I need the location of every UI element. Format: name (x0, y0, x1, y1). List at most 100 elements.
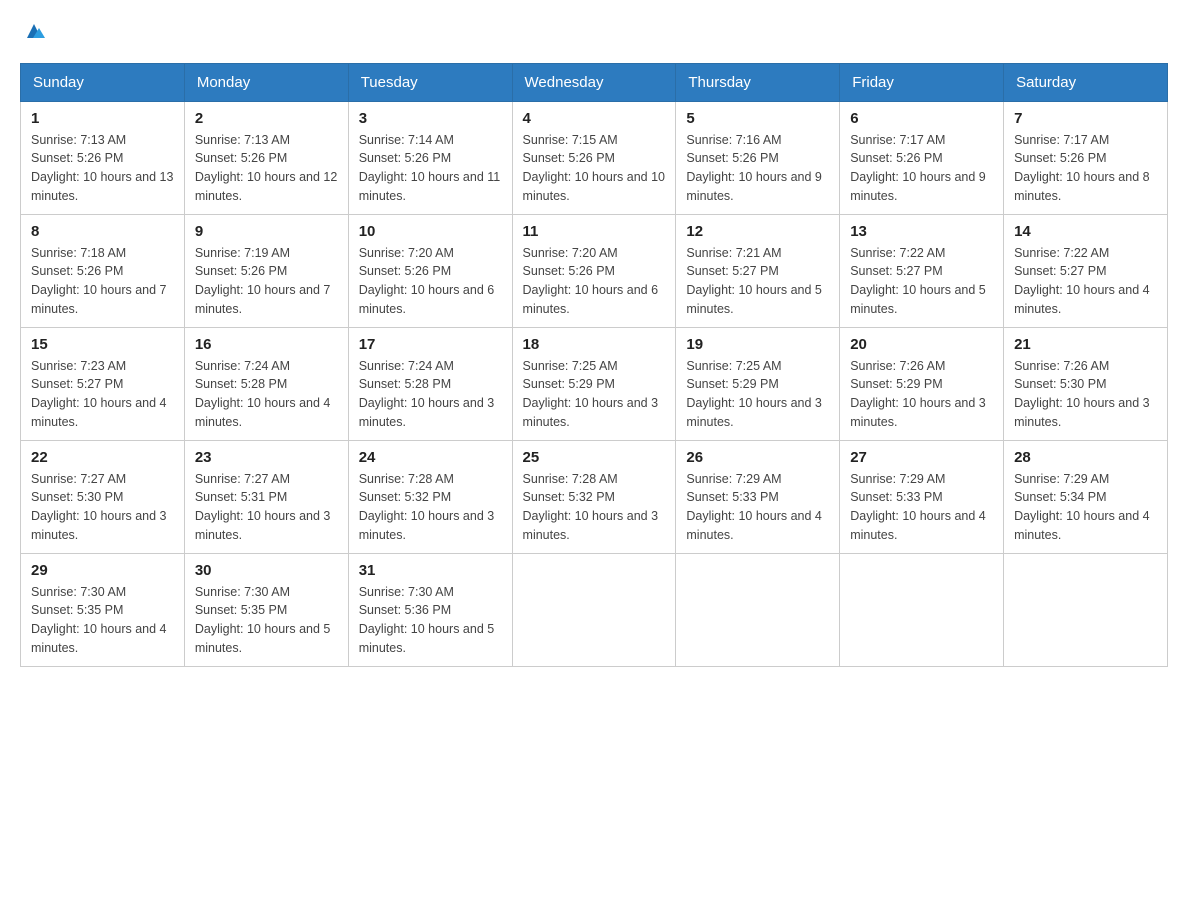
calendar-cell: 9 Sunrise: 7:19 AMSunset: 5:26 PMDaylight… (184, 214, 348, 327)
day-number: 22 (31, 449, 174, 466)
header-monday: Monday (184, 63, 348, 101)
day-number: 15 (31, 336, 174, 353)
calendar-cell: 11 Sunrise: 7:20 AMSunset: 5:26 PMDayligh… (512, 214, 676, 327)
day-info: Sunrise: 7:17 AMSunset: 5:26 PMDaylight:… (1014, 131, 1157, 206)
calendar-cell: 24 Sunrise: 7:28 AMSunset: 5:32 PMDayligh… (348, 440, 512, 553)
day-info: Sunrise: 7:30 AMSunset: 5:35 PMDaylight:… (31, 583, 174, 658)
logo-triangle-icon (23, 20, 45, 42)
day-info: Sunrise: 7:25 AMSunset: 5:29 PMDaylight:… (686, 357, 829, 432)
day-info: Sunrise: 7:28 AMSunset: 5:32 PMDaylight:… (359, 470, 502, 545)
day-number: 13 (850, 223, 993, 240)
calendar-cell: 5 Sunrise: 7:16 AMSunset: 5:26 PMDaylight… (676, 101, 840, 214)
day-number: 30 (195, 562, 338, 579)
calendar-week-row: 29 Sunrise: 7:30 AMSunset: 5:35 PMDayligh… (21, 553, 1168, 666)
day-info: Sunrise: 7:16 AMSunset: 5:26 PMDaylight:… (686, 131, 829, 206)
calendar-cell: 8 Sunrise: 7:18 AMSunset: 5:26 PMDaylight… (21, 214, 185, 327)
calendar-cell: 15 Sunrise: 7:23 AMSunset: 5:27 PMDayligh… (21, 327, 185, 440)
calendar-cell: 10 Sunrise: 7:20 AMSunset: 5:26 PMDayligh… (348, 214, 512, 327)
day-number: 9 (195, 223, 338, 240)
calendar-cell: 22 Sunrise: 7:27 AMSunset: 5:30 PMDayligh… (21, 440, 185, 553)
header-tuesday: Tuesday (348, 63, 512, 101)
calendar-cell: 20 Sunrise: 7:26 AMSunset: 5:29 PMDayligh… (840, 327, 1004, 440)
day-info: Sunrise: 7:22 AMSunset: 5:27 PMDaylight:… (1014, 244, 1157, 319)
day-info: Sunrise: 7:19 AMSunset: 5:26 PMDaylight:… (195, 244, 338, 319)
day-info: Sunrise: 7:17 AMSunset: 5:26 PMDaylight:… (850, 131, 993, 206)
day-info: Sunrise: 7:13 AMSunset: 5:26 PMDaylight:… (31, 131, 174, 206)
calendar-week-row: 22 Sunrise: 7:27 AMSunset: 5:30 PMDayligh… (21, 440, 1168, 553)
day-number: 23 (195, 449, 338, 466)
day-info: Sunrise: 7:24 AMSunset: 5:28 PMDaylight:… (359, 357, 502, 432)
calendar-cell: 18 Sunrise: 7:25 AMSunset: 5:29 PMDayligh… (512, 327, 676, 440)
day-number: 26 (686, 449, 829, 466)
day-info: Sunrise: 7:23 AMSunset: 5:27 PMDaylight:… (31, 357, 174, 432)
day-number: 29 (31, 562, 174, 579)
calendar-header-row: SundayMondayTuesdayWednesdayThursdayFrid… (21, 63, 1168, 101)
logo (20, 20, 45, 47)
day-number: 31 (359, 562, 502, 579)
calendar-cell (512, 553, 676, 666)
day-number: 25 (523, 449, 666, 466)
calendar-cell: 4 Sunrise: 7:15 AMSunset: 5:26 PMDaylight… (512, 101, 676, 214)
day-info: Sunrise: 7:29 AMSunset: 5:33 PMDaylight:… (686, 470, 829, 545)
day-info: Sunrise: 7:30 AMSunset: 5:36 PMDaylight:… (359, 583, 502, 658)
day-info: Sunrise: 7:14 AMSunset: 5:26 PMDaylight:… (359, 131, 502, 206)
day-info: Sunrise: 7:30 AMSunset: 5:35 PMDaylight:… (195, 583, 338, 658)
calendar-cell: 16 Sunrise: 7:24 AMSunset: 5:28 PMDayligh… (184, 327, 348, 440)
day-info: Sunrise: 7:28 AMSunset: 5:32 PMDaylight:… (523, 470, 666, 545)
day-info: Sunrise: 7:29 AMSunset: 5:34 PMDaylight:… (1014, 470, 1157, 545)
day-number: 6 (850, 110, 993, 127)
calendar-cell: 29 Sunrise: 7:30 AMSunset: 5:35 PMDayligh… (21, 553, 185, 666)
day-info: Sunrise: 7:13 AMSunset: 5:26 PMDaylight:… (195, 131, 338, 206)
day-info: Sunrise: 7:21 AMSunset: 5:27 PMDaylight:… (686, 244, 829, 319)
calendar-cell: 7Sunrise: 7:17 AMSunset: 5:26 PMDaylight… (1004, 101, 1168, 214)
calendar-cell: 3Sunrise: 7:14 AMSunset: 5:26 PMDaylight… (348, 101, 512, 214)
calendar-week-row: 15 Sunrise: 7:23 AMSunset: 5:27 PMDayligh… (21, 327, 1168, 440)
day-number: 24 (359, 449, 502, 466)
day-number: 20 (850, 336, 993, 353)
calendar-cell: 30 Sunrise: 7:30 AMSunset: 5:35 PMDayligh… (184, 553, 348, 666)
day-number: 11 (523, 223, 666, 240)
calendar-cell: 2 Sunrise: 7:13 AMSunset: 5:26 PMDaylight… (184, 101, 348, 214)
day-number: 2 (195, 110, 338, 127)
header-thursday: Thursday (676, 63, 840, 101)
day-info: Sunrise: 7:15 AMSunset: 5:26 PMDaylight:… (523, 131, 666, 206)
day-number: 18 (523, 336, 666, 353)
day-number: 27 (850, 449, 993, 466)
day-info: Sunrise: 7:27 AMSunset: 5:30 PMDaylight:… (31, 470, 174, 545)
calendar-cell: 31 Sunrise: 7:30 AMSunset: 5:36 PMDayligh… (348, 553, 512, 666)
day-number: 21 (1014, 336, 1157, 353)
day-info: Sunrise: 7:26 AMSunset: 5:29 PMDaylight:… (850, 357, 993, 432)
day-info: Sunrise: 7:20 AMSunset: 5:26 PMDaylight:… (523, 244, 666, 319)
day-number: 17 (359, 336, 502, 353)
calendar-cell: 23Sunrise: 7:27 AMSunset: 5:31 PMDayligh… (184, 440, 348, 553)
day-info: Sunrise: 7:24 AMSunset: 5:28 PMDaylight:… (195, 357, 338, 432)
calendar-cell: 17 Sunrise: 7:24 AMSunset: 5:28 PMDayligh… (348, 327, 512, 440)
day-info: Sunrise: 7:25 AMSunset: 5:29 PMDaylight:… (523, 357, 666, 432)
header-friday: Friday (840, 63, 1004, 101)
calendar-cell: 19Sunrise: 7:25 AMSunset: 5:29 PMDayligh… (676, 327, 840, 440)
calendar-cell (840, 553, 1004, 666)
calendar-cell (676, 553, 840, 666)
day-info: Sunrise: 7:29 AMSunset: 5:33 PMDaylight:… (850, 470, 993, 545)
day-number: 4 (523, 110, 666, 127)
header-sunday: Sunday (21, 63, 185, 101)
day-info: Sunrise: 7:20 AMSunset: 5:26 PMDaylight:… (359, 244, 502, 319)
calendar-week-row: 1 Sunrise: 7:13 AMSunset: 5:26 PMDaylight… (21, 101, 1168, 214)
day-number: 12 (686, 223, 829, 240)
calendar-cell: 25 Sunrise: 7:28 AMSunset: 5:32 PMDayligh… (512, 440, 676, 553)
calendar-cell: 12 Sunrise: 7:21 AMSunset: 5:27 PMDayligh… (676, 214, 840, 327)
page-header (20, 20, 1168, 47)
day-number: 5 (686, 110, 829, 127)
day-number: 10 (359, 223, 502, 240)
day-number: 1 (31, 110, 174, 127)
calendar-cell: 1 Sunrise: 7:13 AMSunset: 5:26 PMDaylight… (21, 101, 185, 214)
calendar-cell (1004, 553, 1168, 666)
day-number: 16 (195, 336, 338, 353)
calendar-cell: 28 Sunrise: 7:29 AMSunset: 5:34 PMDayligh… (1004, 440, 1168, 553)
calendar-table: SundayMondayTuesdayWednesdayThursdayFrid… (20, 63, 1168, 667)
day-info: Sunrise: 7:18 AMSunset: 5:26 PMDaylight:… (31, 244, 174, 319)
day-number: 8 (31, 223, 174, 240)
day-number: 28 (1014, 449, 1157, 466)
calendar-week-row: 8 Sunrise: 7:18 AMSunset: 5:26 PMDaylight… (21, 214, 1168, 327)
calendar-cell: 27 Sunrise: 7:29 AMSunset: 5:33 PMDayligh… (840, 440, 1004, 553)
